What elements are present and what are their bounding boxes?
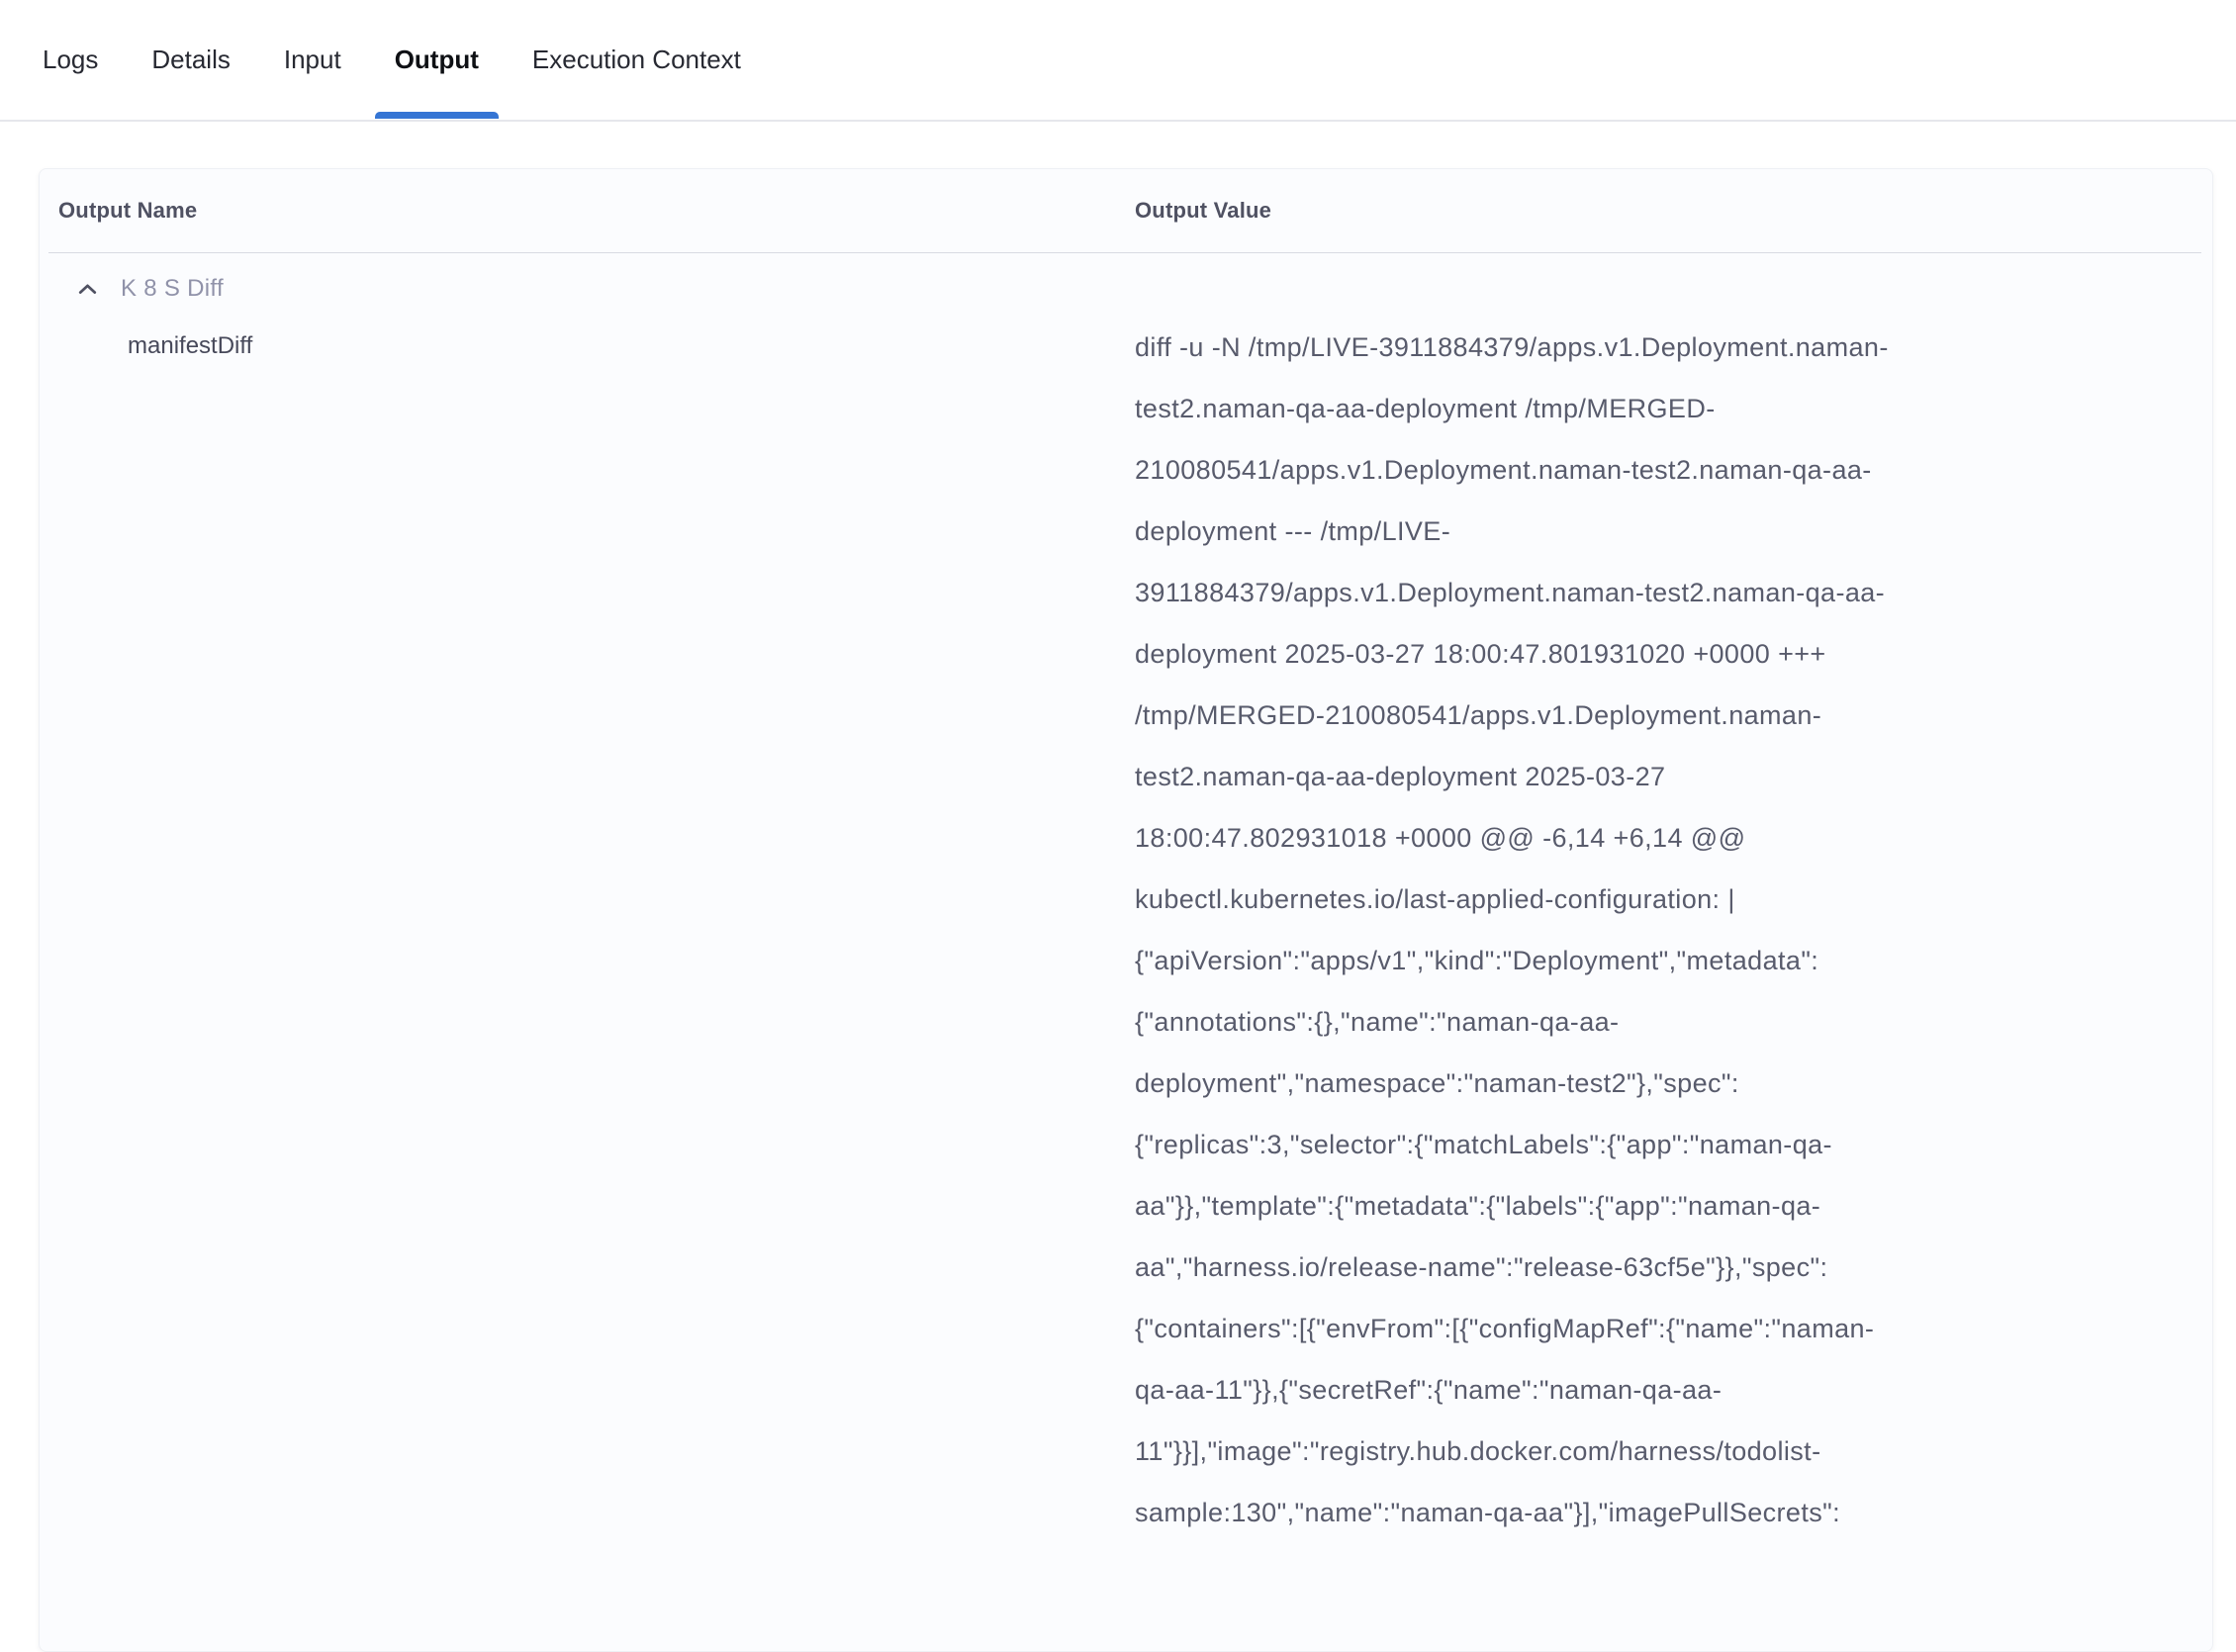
output-value-line: diff -u -N /tmp/LIVE-3911884379/apps.v1.… [1135,317,2212,378]
output-value-line: 3911884379/apps.v1.Deployment.naman-test… [1135,562,2212,623]
output-value-line: 11"}}],"image":"registry.hub.docker.com/… [1135,1421,2212,1482]
output-value-line: 18:00:47.802931018 +0000 @@ -6,14 +6,14 … [1135,807,2212,869]
output-value-cell: diff -u -N /tmp/LIVE-3911884379/apps.v1.… [1135,317,2212,1543]
output-value-line: deployment","namespace":"naman-test2"},"… [1135,1053,2212,1114]
output-value-line: aa"}},"template":{"metadata":{"labels":{… [1135,1175,2212,1237]
output-value-line: deployment --- /tmp/LIVE- [1135,501,2212,562]
output-value-line: sample:130","name":"naman-qa-aa"}],"imag… [1135,1482,2212,1543]
output-value-line: aa","harness.io/release-name":"release-6… [1135,1237,2212,1298]
output-value-line: {"apiVersion":"apps/v1","kind":"Deployme… [1135,930,2212,991]
output-value-line: /tmp/MERGED-210080541/apps.v1.Deployment… [1135,685,2212,746]
collapse-group-button[interactable] [75,277,100,302]
output-value-line: 210080541/apps.v1.Deployment.naman-test2… [1135,439,2212,501]
output-value-line: qa-aa-11"}},{"secretRef":{"name":"naman-… [1135,1359,2212,1421]
tab-details[interactable]: Details [132,0,249,120]
tab-output[interactable]: Output [375,0,499,120]
output-value-line: {"replicas":3,"selector":{"matchLabels":… [1135,1114,2212,1175]
output-value-line: test2.naman-qa-aa-deployment /tmp/MERGED… [1135,378,2212,439]
chevron-up-icon [75,277,100,302]
tab-input[interactable]: Input [264,0,361,120]
tab-logs[interactable]: Logs [23,0,118,120]
output-value-line: test2.naman-qa-aa-deployment 2025-03-27 [1135,746,2212,807]
output-value-lines: diff -u -N /tmp/LIVE-3911884379/apps.v1.… [1135,317,2212,1543]
output-value-line: {"annotations":{},"name":"naman-qa-aa- [1135,991,2212,1053]
table-row: manifestDiff diff -u -N /tmp/LIVE-391188… [40,317,2212,1543]
column-header-output-value: Output Value [1135,198,1271,223]
group-row-k8s-diff[interactable]: K 8 S Diff [40,271,2212,307]
header-divider [48,252,2201,253]
tab-bar: LogsDetailsInputOutputExecution Context [0,0,2236,122]
group-label: K 8 S Diff [121,275,224,303]
output-name-cell: manifestDiff [40,317,1135,1543]
column-header-output-name: Output Name [58,198,197,223]
output-value-line: deployment 2025-03-27 18:00:47.801931020… [1135,623,2212,685]
output-table-card: Output Name Output Value K 8 S Diff mani… [39,168,2213,1652]
table-header-row: Output Name Output Value [40,169,2212,252]
tab-execution-context[interactable]: Execution Context [512,0,761,120]
output-value-line: kubectl.kubernetes.io/last-applied-confi… [1135,869,2212,930]
output-value-line: {"containers":[{"envFrom":[{"configMapRe… [1135,1298,2212,1359]
